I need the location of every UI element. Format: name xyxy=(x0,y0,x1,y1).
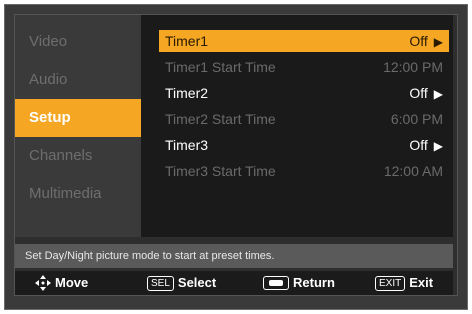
exit-key-icon: EXIT xyxy=(375,275,406,291)
menu-item-multimedia[interactable]: Multimedia xyxy=(15,175,141,213)
setting-label: Timer2 Start Time xyxy=(165,111,276,127)
sel-key-icon: SEL xyxy=(147,275,174,291)
setting-value: Off ▶ xyxy=(409,82,443,104)
menu-item-channels[interactable]: Channels xyxy=(15,137,141,175)
setting-row-timer2[interactable]: Timer2 Off ▶ xyxy=(159,82,449,104)
settings-pane: Timer1 Off ▶ Timer1 Start Time 12:00 PM T… xyxy=(141,15,453,237)
right-arrow-icon: ▶ xyxy=(433,35,443,49)
setting-row-timer3-start: Timer3 Start Time 12:00 AM xyxy=(159,160,449,182)
right-arrow-icon: ▶ xyxy=(433,87,443,101)
right-arrow-icon: ▶ xyxy=(433,139,443,153)
setting-value: 12:00 PM xyxy=(383,59,443,75)
hint-select-label: Select xyxy=(177,275,217,290)
menu-item-audio[interactable]: Audio xyxy=(15,61,141,99)
four-way-arrow-icon xyxy=(35,275,51,291)
hint-return-label: Return xyxy=(293,275,335,290)
hint-exit: EXIT Exit xyxy=(375,271,433,295)
menu-item-video[interactable]: Video xyxy=(15,23,141,61)
setting-value: Off ▶ xyxy=(409,30,443,52)
setting-label: Timer3 xyxy=(165,137,209,153)
hint-exit-label: Exit xyxy=(409,275,434,290)
hint-select: SEL Select xyxy=(147,271,216,295)
setting-label: Timer1 xyxy=(165,33,209,49)
setting-label: Timer3 Start Time xyxy=(165,163,276,179)
hint-move-label: Move xyxy=(55,275,89,290)
hint-return: Return xyxy=(263,271,335,295)
setting-row-timer3[interactable]: Timer3 Off ▶ xyxy=(159,134,449,156)
setting-row-timer2-start: Timer2 Start Time 6:00 PM xyxy=(159,108,449,130)
setting-row-timer1[interactable]: Timer1 Off ▶ xyxy=(159,30,449,52)
return-key-icon xyxy=(263,276,289,290)
setting-value: Off ▶ xyxy=(409,134,443,156)
category-menu: Video Audio Setup Channels Multimedia xyxy=(15,15,141,237)
menu-item-setup[interactable]: Setup xyxy=(15,99,141,137)
status-message: Set Day/Night picture mode to start at p… xyxy=(15,244,453,268)
setting-value: 6:00 PM xyxy=(390,111,443,127)
setting-value: 12:00 AM xyxy=(383,163,443,179)
setting-label: Timer1 Start Time xyxy=(165,59,276,75)
hint-move: Move xyxy=(35,271,88,295)
setting-label: Timer2 xyxy=(165,85,209,101)
key-hint-bar: Move SEL Select Return EXIT Exit xyxy=(15,271,453,295)
setting-row-timer1-start: Timer1 Start Time 12:00 PM xyxy=(159,56,449,78)
